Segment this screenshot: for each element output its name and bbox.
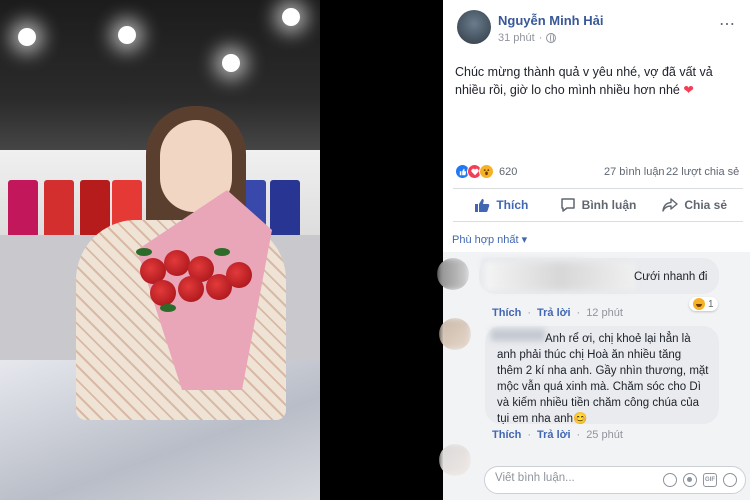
author-name[interactable]: Nguyễn Minh Hải (498, 13, 603, 28)
reaction-icons[interactable] (455, 164, 494, 179)
like-label: Thích (496, 198, 529, 212)
like-button[interactable]: Thích (453, 189, 550, 221)
comment-bubble: Cưới nhanh đi (479, 258, 719, 294)
more-options-icon[interactable]: ⋯ (719, 14, 736, 34)
thumbs-up-icon (474, 197, 490, 213)
post-text: Chúc mừng thành quả v yêu nhé, vợ đã vất… (455, 63, 740, 99)
comment-time[interactable]: 12 phút (586, 307, 623, 319)
post-time[interactable]: 31 phút (498, 32, 535, 44)
comment-like-link[interactable]: Thích (492, 429, 521, 441)
comment-label: Bình luận (581, 198, 637, 212)
share-icon (662, 197, 679, 213)
comment-input-box[interactable]: GIF (484, 466, 746, 494)
comment-input[interactable] (495, 472, 645, 484)
comment-sort-dropdown[interactable]: Phù hợp nhất ▾ (452, 233, 527, 246)
share-label: Chia sẻ (684, 198, 728, 212)
heart-icon: ❤ (683, 83, 694, 97)
reaction-count[interactable]: 620 (499, 166, 517, 178)
comment-like-link[interactable]: Thích (492, 307, 521, 319)
comment-button[interactable]: Bình luận (550, 189, 647, 221)
emoji-icon[interactable] (663, 473, 677, 487)
action-bar: Thích Bình luận Chia sẻ (453, 188, 743, 222)
reactions-summary: 620 27 bình luận 22 lượt chia sẻ (455, 162, 745, 182)
comment-reply-link[interactable]: Trả lời (537, 429, 571, 441)
comment-actions: Thích · Trả lời · 25 phút (492, 429, 623, 441)
share-button[interactable]: Chia sẻ (646, 189, 743, 221)
post-header: Nguyễn Minh Hải 31 phút · ⋯ (443, 0, 750, 58)
gif-icon[interactable]: GIF (703, 473, 717, 487)
commenter-avatar[interactable] (437, 258, 469, 290)
comment-text: Cưới nhanh đi (634, 271, 708, 283)
comment-reply-link[interactable]: Trả lời (537, 307, 571, 319)
post-text-body: Chúc mừng thành quả v yêu nhé, vợ đã vất… (455, 65, 713, 97)
globe-icon (546, 33, 557, 43)
current-user-avatar (439, 444, 471, 476)
share-count[interactable]: 22 lượt chia sẻ (666, 166, 739, 178)
post-photo[interactable] (0, 0, 320, 500)
comment-reaction-badge[interactable]: 1 (689, 297, 718, 311)
comment-time[interactable]: 25 phút (586, 429, 623, 441)
comment-count[interactable]: 27 bình luận (604, 166, 665, 178)
comment-actions: Thích · Trả lời · 12 phút (492, 307, 623, 319)
camera-icon[interactable] (683, 473, 697, 487)
wow-icon (479, 164, 494, 179)
comment-bubble: Anh rể ơi, chị khoẻ lại hẳn là anh phải … (485, 326, 719, 425)
avatar[interactable] (457, 10, 491, 44)
haha-icon (693, 298, 705, 310)
comments-section: Phù hợp nhất ▾ Cưới nhanh đi 1 Thích · T… (437, 222, 750, 500)
comment-text: Anh rể ơi, chị khoẻ lại hẳn là anh phải … (497, 333, 709, 425)
comment-icon (560, 197, 576, 213)
comment-input-tools: GIF (663, 473, 737, 487)
sticker-icon[interactable] (723, 473, 737, 487)
post-meta: 31 phút · (498, 32, 557, 44)
commenter-avatar[interactable] (439, 318, 471, 350)
post-panel: Nguyễn Minh Hải 31 phút · ⋯ Chúc mừng th… (437, 0, 750, 500)
